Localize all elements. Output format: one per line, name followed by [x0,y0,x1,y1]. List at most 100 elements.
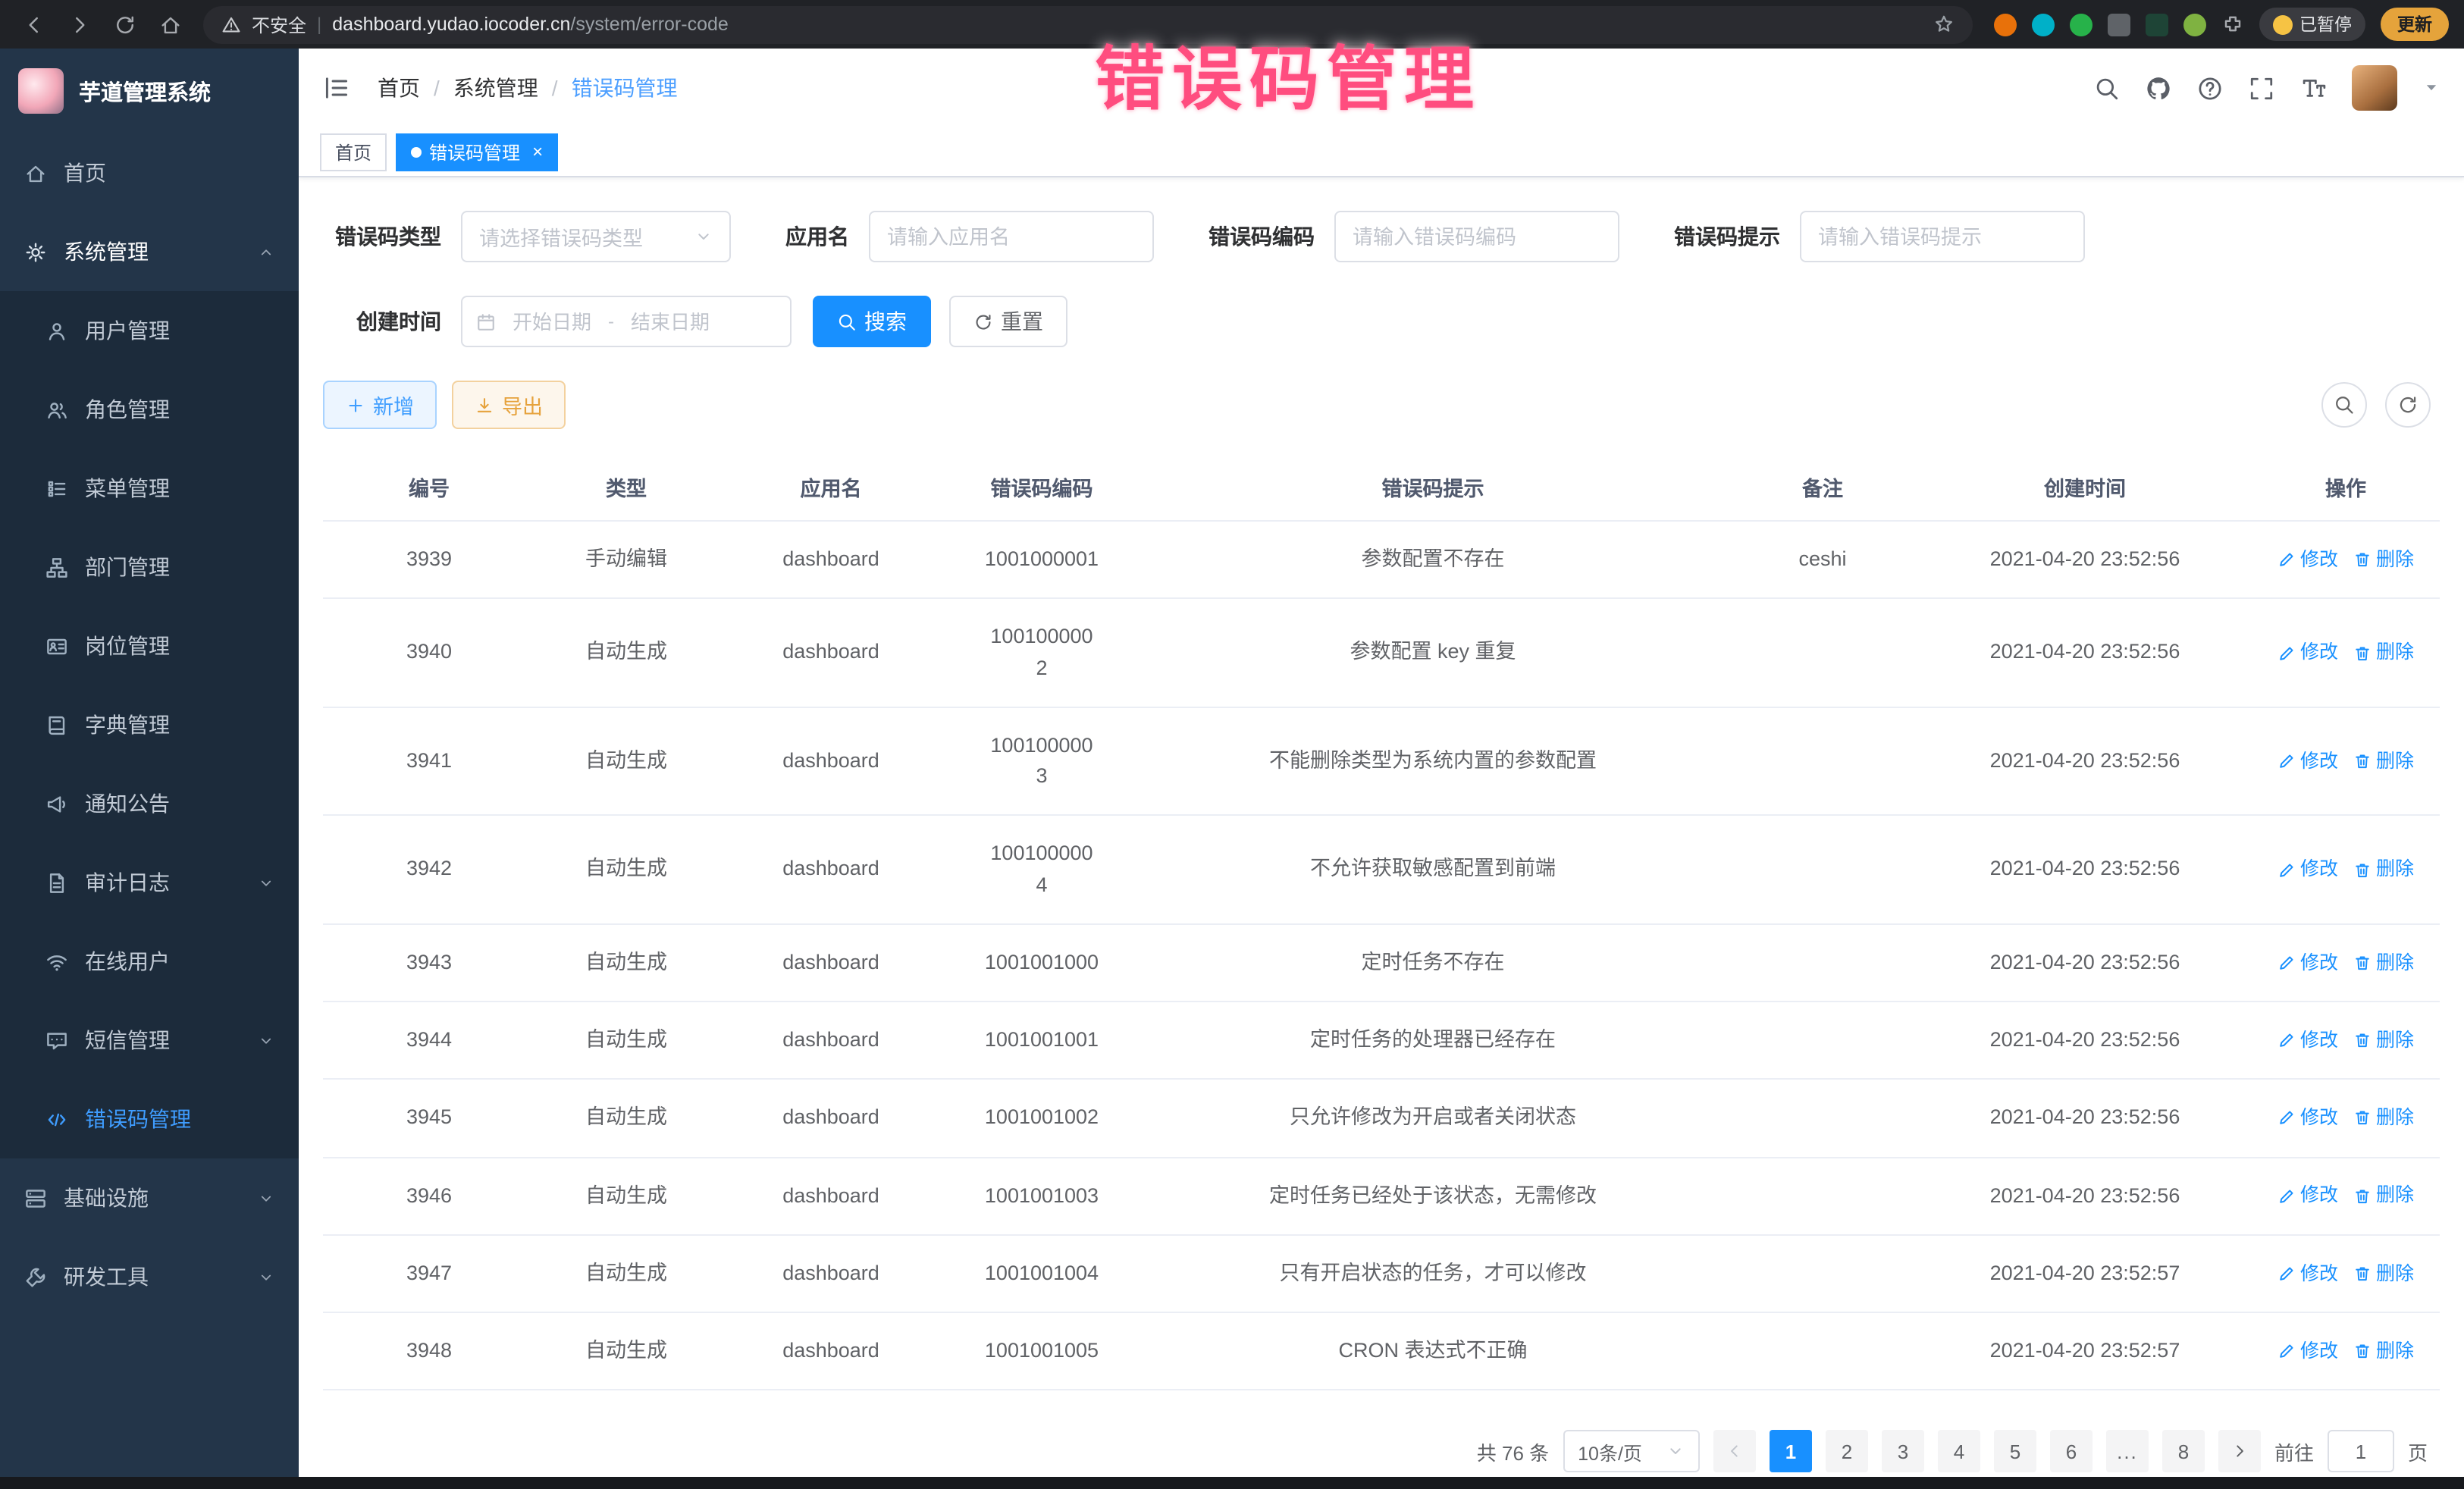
edit-link[interactable]: 修改 [2277,546,2338,575]
sidebar-item-8[interactable]: 字典管理 [0,685,299,764]
cell-type: 自动生成 [535,708,717,815]
delete-link[interactable]: 删除 [2353,1182,2414,1211]
end-date-input[interactable] [620,299,720,344]
edit-link[interactable]: 修改 [2277,1104,2338,1133]
sidebar-item-12[interactable]: 短信管理 [0,1001,299,1080]
edit-link[interactable]: 修改 [2277,1259,2338,1288]
sidebar-item-1[interactable]: 首页 [0,133,299,212]
sidebar-item-10[interactable]: 审计日志 [0,843,299,922]
sidebar-item-13[interactable]: 错误码管理 [0,1080,299,1158]
sidebar-item-11[interactable]: 在线用户 [0,922,299,1001]
forward-button[interactable] [61,6,97,42]
delete-link[interactable]: 删除 [2353,747,2414,776]
profile-paused-badge[interactable]: 已暂停 [2259,8,2365,41]
bookmark-star-icon[interactable] [1933,14,1954,35]
sidebar-item-2[interactable]: 系统管理 [0,212,299,291]
sidebar-item-6[interactable]: 部门管理 [0,528,299,607]
page-button-5[interactable]: 5 [1994,1431,2036,1473]
back-button[interactable] [15,6,52,42]
sidebar-fold-button[interactable] [323,74,350,102]
sidebar-item-3[interactable]: 用户管理 [0,291,299,370]
cell-id: 3946 [323,1158,535,1234]
extension-icon[interactable] [2183,13,2205,36]
help-button[interactable] [2197,75,2223,101]
error-code-input[interactable] [1334,211,1619,262]
edit-link[interactable]: 修改 [2277,638,2338,667]
cell-code: 1001000001 [945,522,1139,598]
delete-link[interactable]: 删除 [2353,638,2414,667]
edit-link[interactable]: 修改 [2277,747,2338,776]
header-search-button[interactable] [2094,75,2120,101]
edit-icon [2277,644,2296,662]
close-tab-icon[interactable]: × [532,141,543,162]
delete-link[interactable]: 删除 [2353,1027,2414,1055]
extension-icon[interactable] [2145,13,2168,36]
sidebar-item-9[interactable]: 通知公告 [0,764,299,843]
cell-type: 手动编辑 [535,522,717,598]
sidebar-item-15[interactable]: 研发工具 [0,1237,299,1316]
next-page-button[interactable] [2218,1431,2261,1473]
search-button[interactable]: 搜索 [813,296,931,347]
home-button[interactable] [152,6,188,42]
edit-link[interactable]: 修改 [2277,1337,2338,1366]
extension-icon[interactable] [2069,13,2092,36]
page-button-1[interactable]: 1 [1770,1431,1812,1473]
reset-button[interactable]: 重置 [949,296,1067,347]
edit-link[interactable]: 修改 [2277,855,2338,884]
caret-down-icon [2423,79,2440,96]
user-avatar[interactable] [2352,65,2397,111]
extension-icon[interactable] [2107,13,2130,36]
breadcrumb-system[interactable]: 系统管理 [453,73,538,103]
page-button-3[interactable]: 3 [1882,1431,1924,1473]
update-button[interactable]: 更新 [2381,8,2449,41]
font-size-button[interactable] [2300,75,2326,101]
cell-remark [1727,708,1918,815]
avatar-dropdown-button[interactable] [2423,76,2440,100]
reload-button[interactable] [106,6,143,42]
delete-link[interactable]: 删除 [2353,855,2414,884]
address-bar[interactable]: 不安全 | dashboard.yudao.iocoder.cn/system/… [203,5,1972,43]
app-name-input[interactable] [869,211,1154,262]
fullscreen-button[interactable] [2249,75,2274,101]
sidebar-item-5[interactable]: 菜单管理 [0,449,299,528]
edit-link[interactable]: 修改 [2277,948,2338,977]
cell-id: 3939 [323,522,535,598]
cell-code: 1001001005 [945,1313,1139,1390]
prev-page-button[interactable] [1713,1431,1756,1473]
delete-link[interactable]: 删除 [2353,1104,2414,1133]
toggle-search-button[interactable] [2321,382,2367,428]
tab-2[interactable]: 错误码管理× [396,133,558,171]
breadcrumb-home[interactable]: 首页 [378,73,420,103]
error-hint-input[interactable] [1800,211,2085,262]
tab-1[interactable]: 首页 [320,133,387,171]
edit-link[interactable]: 修改 [2277,1182,2338,1211]
goto-page-input[interactable] [2328,1431,2394,1473]
sidebar-item-14[interactable]: 基础设施 [0,1158,299,1237]
refresh-table-button[interactable] [2385,382,2431,428]
page-button-2[interactable]: 2 [1826,1431,1868,1473]
more-pages-button[interactable]: ... [2106,1431,2149,1473]
extensions-puzzle-icon[interactable] [2221,13,2243,36]
sidebar-item-4[interactable]: 角色管理 [0,370,299,449]
delete-link[interactable]: 删除 [2353,1337,2414,1366]
page-button-8[interactable]: 8 [2162,1431,2205,1473]
page-size-select[interactable]: 10条/页 [1563,1431,1700,1473]
add-button[interactable]: 新增 [323,381,437,429]
main-area: 首页 / 系统管理 / 错误码管理 首页错误码管理× 错误码类型 [299,49,2464,1477]
page-button-6[interactable]: 6 [2050,1431,2093,1473]
page-button-4[interactable]: 4 [1938,1431,1980,1473]
sidebar-item-7[interactable]: 岗位管理 [0,607,299,685]
extension-icon[interactable] [1993,13,2016,36]
start-date-input[interactable] [502,299,602,344]
delete-link[interactable]: 删除 [2353,1259,2414,1288]
date-range-picker[interactable]: - [461,296,792,347]
export-button[interactable]: 导出 [452,381,566,429]
sidebar-item-label: 研发工具 [64,1262,149,1292]
extension-icon[interactable] [2031,13,2054,36]
github-button[interactable] [2146,75,2171,101]
delete-link[interactable]: 删除 [2353,546,2414,575]
column-header: 编号 [323,453,535,520]
edit-link[interactable]: 修改 [2277,1027,2338,1055]
error-type-select[interactable]: 请选择错误码类型 [461,211,731,262]
delete-link[interactable]: 删除 [2353,948,2414,977]
